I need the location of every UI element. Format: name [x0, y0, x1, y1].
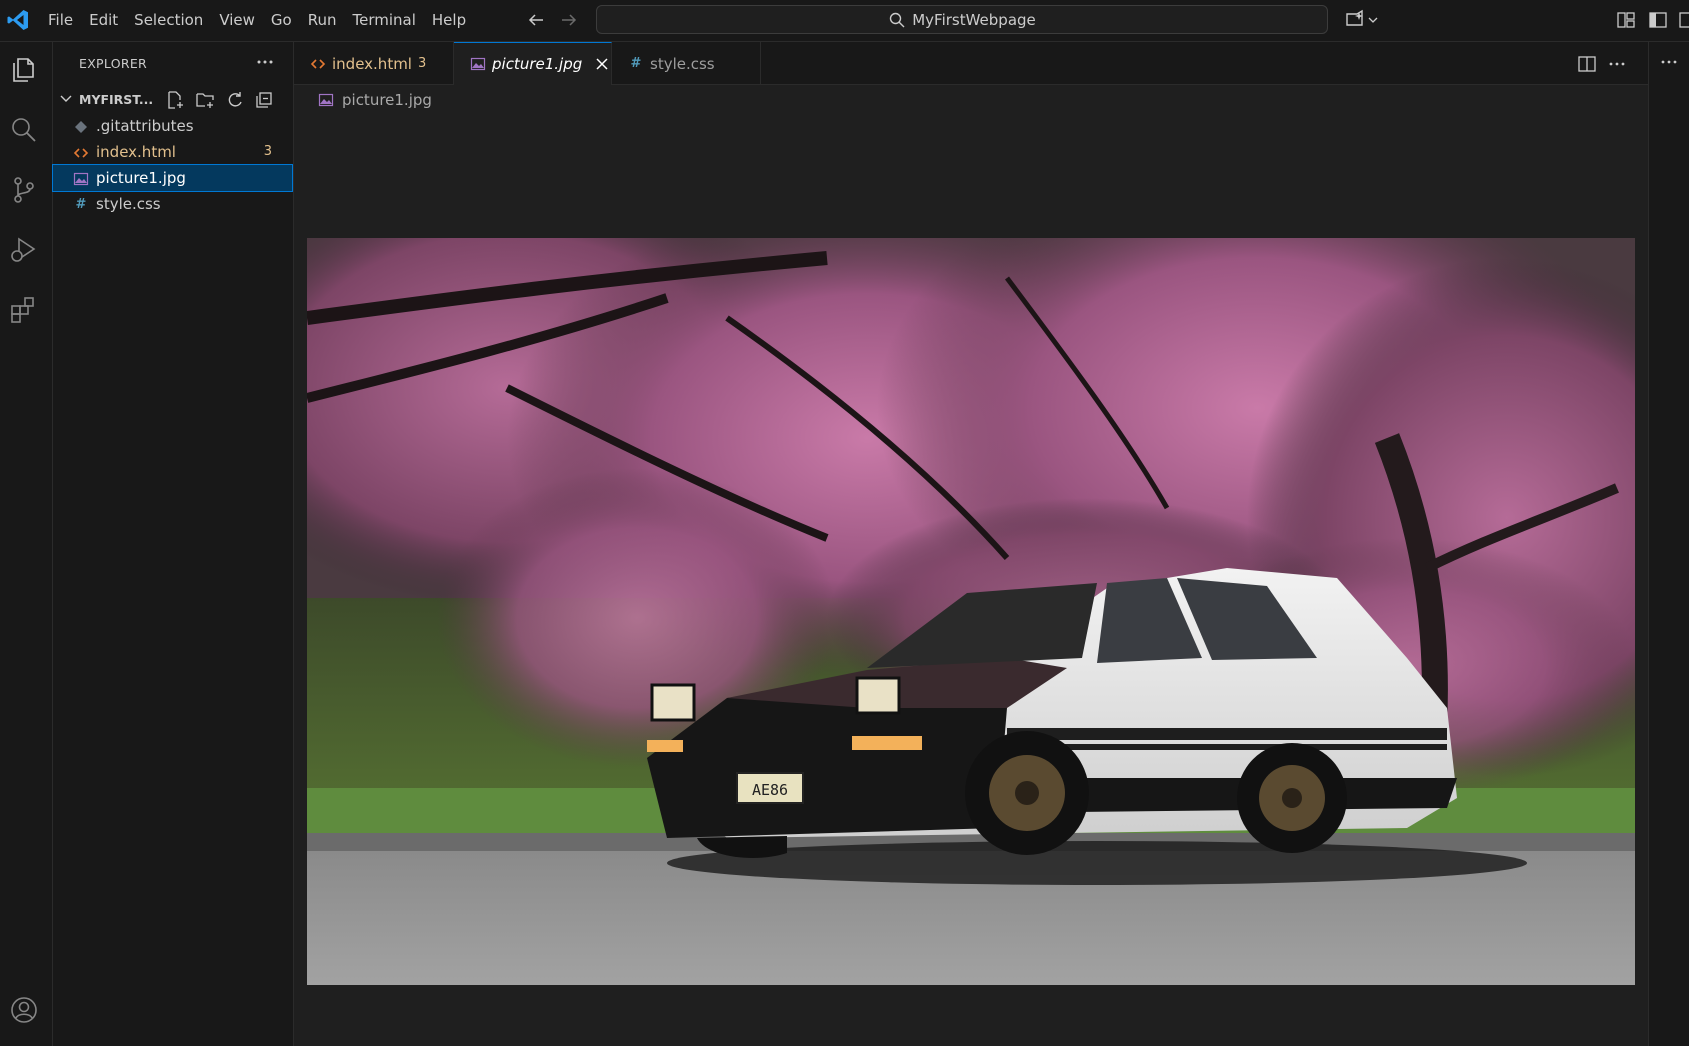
file-label: .gitattributes	[96, 117, 194, 135]
command-center[interactable]: MyFirstWebpage	[596, 5, 1328, 34]
css-file-icon: #	[75, 197, 87, 212]
editor-tabs: index.html 3 picture1.jpg # style.css	[294, 42, 1648, 85]
source-control-icon[interactable]	[8, 174, 40, 206]
file-label: picture1.jpg	[96, 169, 186, 187]
sidebar-title: EXPLORER	[79, 56, 148, 71]
vscode-logo-icon[interactable]	[6, 8, 30, 32]
extensions-icon[interactable]	[8, 294, 40, 326]
image-file-icon	[318, 93, 334, 107]
explorer-sidebar: EXPLORER MYFIRST... .gitattributes index…	[52, 42, 294, 1046]
file-item-picture1-jpg[interactable]: picture1.jpg	[52, 164, 293, 192]
image-preview-editor: AE86	[294, 114, 1648, 1046]
run-debug-icon[interactable]	[8, 234, 40, 266]
file-label: style.css	[96, 195, 161, 213]
html-file-icon	[310, 58, 326, 69]
menu-help[interactable]: Help	[424, 6, 474, 34]
new-folder-icon[interactable]	[195, 90, 215, 110]
tab-picture1-jpg[interactable]: picture1.jpg	[454, 42, 612, 85]
collapse-all-icon[interactable]	[254, 90, 274, 110]
toggle-sidebar-icon[interactable]	[1647, 9, 1669, 31]
tab-index-html[interactable]: index.html 3	[294, 42, 454, 85]
menu-edit[interactable]: Edit	[81, 6, 126, 34]
back-arrow-icon[interactable]	[525, 9, 547, 31]
refresh-icon[interactable]	[225, 90, 245, 110]
copilot-icon	[1346, 9, 1363, 26]
menu-file[interactable]: File	[40, 6, 81, 34]
tab-label: index.html	[332, 54, 412, 73]
html-file-icon	[73, 148, 89, 158]
menu-bar: File Edit Selection View Go Run Terminal…	[40, 0, 474, 40]
search-icon	[890, 12, 905, 27]
menu-selection[interactable]: Selection	[126, 6, 211, 34]
file-item-gitattributes[interactable]: .gitattributes	[53, 113, 292, 139]
tab-label: picture1.jpg	[492, 55, 583, 73]
image-file-icon	[73, 172, 89, 186]
activity-bar	[0, 42, 53, 1046]
image-file-icon	[470, 57, 486, 71]
tab-label: style.css	[650, 54, 715, 73]
more-actions-icon[interactable]	[1607, 54, 1627, 74]
problem-count-badge: 3	[417, 56, 427, 71]
title-bar: File Edit Selection View Go Run Terminal…	[0, 0, 1689, 42]
file-label: index.html	[96, 143, 176, 161]
chevron-down-icon	[1368, 17, 1378, 23]
menu-terminal[interactable]: Terminal	[345, 6, 424, 34]
image-preview[interactable]: AE86	[307, 238, 1635, 985]
new-file-icon[interactable]	[165, 90, 185, 110]
tab-style-css[interactable]: # style.css	[612, 42, 761, 85]
menu-run[interactable]: Run	[300, 6, 345, 34]
workspace-folder-header[interactable]: MYFIRST...	[53, 86, 294, 112]
menu-view[interactable]: View	[211, 6, 263, 34]
svg-text:AE86: AE86	[752, 781, 788, 799]
css-file-icon: #	[630, 55, 642, 71]
command-center-label: MyFirstWebpage	[912, 10, 1036, 29]
more-actions-icon[interactable]	[253, 52, 277, 72]
toggle-panel-icon[interactable]	[1677, 9, 1689, 31]
problem-count-badge: 3	[263, 144, 272, 159]
copilot-button[interactable]	[1343, 8, 1383, 32]
explorer-icon[interactable]	[8, 54, 40, 86]
close-icon[interactable]	[594, 56, 610, 72]
workspace-folder-name: MYFIRST...	[79, 92, 154, 107]
file-item-style-css[interactable]: # style.css	[53, 191, 292, 217]
breadcrumb: picture1.jpg	[294, 86, 432, 114]
menu-go[interactable]: Go	[263, 6, 300, 34]
split-editor-icon[interactable]	[1577, 54, 1597, 74]
forward-arrow-icon[interactable]	[558, 9, 580, 31]
file-item-index-html[interactable]: index.html 3	[53, 139, 292, 165]
breadcrumb-file[interactable]: picture1.jpg	[342, 91, 432, 109]
customize-layout-icon[interactable]	[1615, 9, 1637, 31]
car-under-cherry-blossoms-image: AE86	[307, 238, 1635, 985]
chevron-down-icon	[60, 95, 72, 102]
search-icon[interactable]	[8, 114, 40, 146]
git-file-icon	[75, 121, 87, 133]
secondary-sidebar	[1648, 42, 1689, 1046]
more-actions-icon[interactable]	[1659, 52, 1679, 72]
account-icon[interactable]	[8, 994, 40, 1026]
